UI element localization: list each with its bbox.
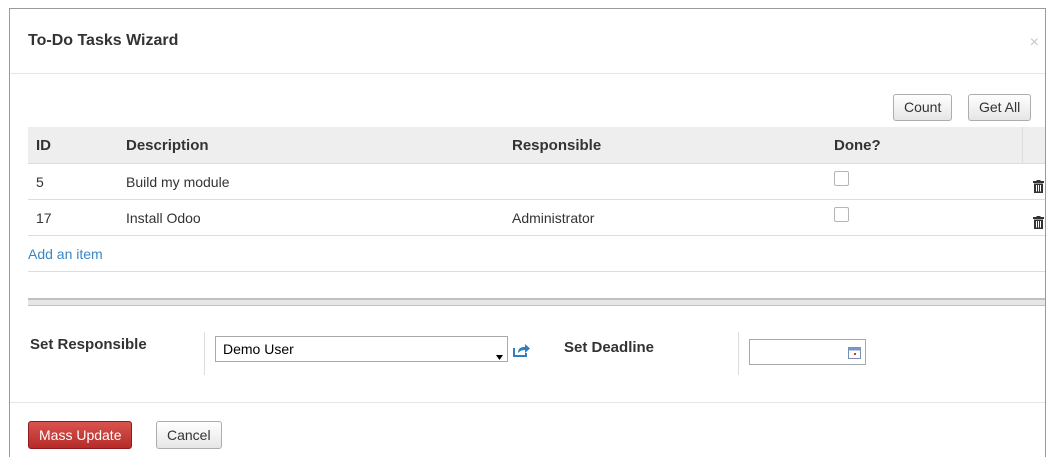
- trash-icon[interactable]: [1032, 215, 1044, 232]
- add-item-link[interactable]: Add an item: [28, 246, 103, 262]
- mass-update-button[interactable]: Mass Update: [28, 421, 133, 449]
- cell-id: 17: [28, 199, 118, 236]
- column-header-description[interactable]: Description: [118, 127, 504, 164]
- section-separator: [28, 298, 1045, 306]
- close-icon[interactable]: ×: [1030, 34, 1039, 52]
- set-deadline-label: Set Deadline: [564, 339, 655, 356]
- responsible-select-value: Demo User: [223, 341, 294, 357]
- calendar-icon[interactable]: [848, 346, 861, 362]
- cancel-button[interactable]: Cancel: [156, 421, 222, 449]
- cell-id: 5: [28, 163, 118, 200]
- field-divider: [738, 332, 739, 375]
- wizard-dialog: To-Do Tasks Wizard × Count Get All ID De…: [9, 8, 1046, 457]
- dialog-title: To-Do Tasks Wizard: [28, 32, 179, 49]
- cell-description: Build my module: [118, 163, 504, 200]
- cell-responsible: [504, 163, 826, 200]
- cell-done: [826, 163, 1023, 200]
- trash-icon[interactable]: [1032, 179, 1044, 196]
- table-header-row: ID Description Responsible Done?: [28, 127, 1045, 164]
- count-button[interactable]: Count: [893, 94, 953, 121]
- deadline-date-input[interactable]: [749, 339, 866, 365]
- column-header-id[interactable]: ID: [28, 127, 118, 164]
- cell-actions: [1022, 163, 1045, 200]
- add-item-row: Add an item: [28, 235, 1045, 272]
- get-all-button[interactable]: Get All: [968, 94, 1032, 121]
- field-divider: [204, 332, 205, 375]
- responsible-select[interactable]: Demo User: [215, 336, 508, 362]
- footer-divider: [10, 402, 1045, 403]
- column-header-actions: [1022, 127, 1045, 164]
- column-header-responsible[interactable]: Responsible: [504, 127, 826, 164]
- chevron-down-icon[interactable]: [496, 347, 503, 363]
- column-header-done[interactable]: Done?: [826, 127, 1023, 164]
- set-responsible-label: Set Responsible: [30, 336, 147, 353]
- table-row[interactable]: 5 Build my module: [28, 163, 1045, 200]
- done-checkbox[interactable]: [834, 170, 849, 186]
- cell-actions: [1022, 199, 1045, 236]
- cell-responsible: Administrator: [504, 199, 826, 236]
- cell-done: [826, 199, 1023, 236]
- dialog-header: To-Do Tasks Wizard ×: [10, 9, 1045, 74]
- tasks-table: ID Description Responsible Done? 5 Build…: [28, 127, 1045, 272]
- table-row[interactable]: 17 Install Odoo Administrator: [28, 199, 1045, 236]
- external-link-icon[interactable]: [513, 343, 530, 360]
- cell-description: Install Odoo: [118, 199, 504, 236]
- add-item-cell: Add an item: [28, 235, 1045, 272]
- done-checkbox[interactable]: [834, 206, 849, 222]
